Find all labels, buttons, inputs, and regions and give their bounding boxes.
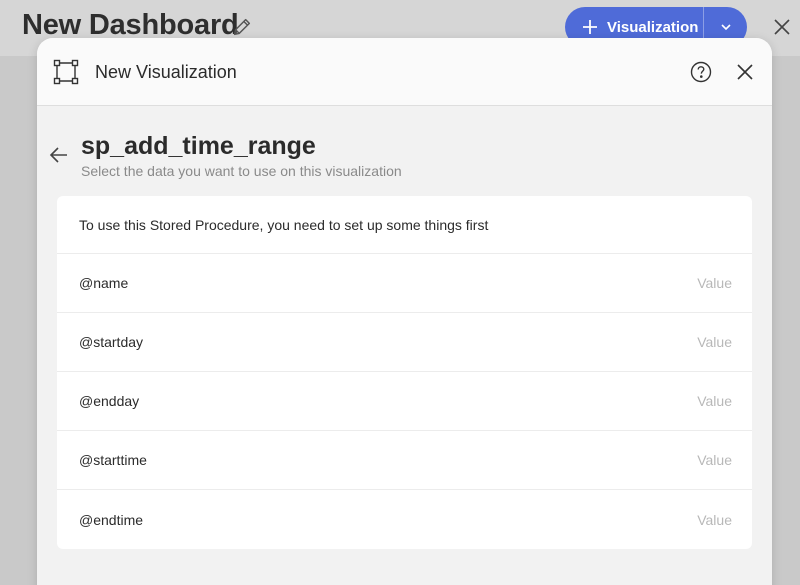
parameter-name: @endtime bbox=[79, 511, 144, 528]
parameter-name: @endday bbox=[79, 393, 140, 409]
parameter-row: @starttime bbox=[57, 431, 752, 490]
close-icon[interactable] bbox=[736, 63, 754, 81]
parameter-value-input[interactable] bbox=[532, 511, 732, 528]
back-arrow-icon[interactable] bbox=[49, 145, 69, 165]
visualization-icon bbox=[53, 59, 79, 85]
setup-message: To use this Stored Procedure, you need t… bbox=[57, 196, 752, 254]
parameters-card: To use this Stored Procedure, you need t… bbox=[57, 196, 752, 549]
modal-header: New Visualization bbox=[37, 38, 772, 106]
plus-icon bbox=[583, 20, 597, 34]
parameter-row: @startday bbox=[57, 313, 752, 372]
parameter-name: @startday bbox=[79, 334, 144, 350]
close-dashboard-icon[interactable] bbox=[772, 17, 792, 37]
parameter-row: @name bbox=[57, 254, 752, 313]
procedure-title: sp_add_time_range bbox=[81, 132, 316, 160]
parameter-row: @endday bbox=[57, 372, 752, 431]
parameter-value-input[interactable] bbox=[532, 393, 732, 409]
procedure-subtitle: Select the data you want to use on this … bbox=[81, 163, 402, 179]
visualization-button-label: Visualization bbox=[607, 18, 699, 36]
parameter-name: @starttime bbox=[79, 452, 147, 468]
parameter-value-input[interactable] bbox=[532, 334, 732, 350]
help-icon[interactable] bbox=[690, 61, 712, 83]
new-visualization-modal: New Visualization sp_add_time_range Sele… bbox=[37, 38, 772, 585]
pencil-icon[interactable] bbox=[231, 16, 253, 38]
chevron-down-icon bbox=[720, 24, 731, 31]
parameter-row: @endtime bbox=[57, 490, 752, 549]
parameter-value-input[interactable] bbox=[532, 452, 732, 468]
parameter-value-input[interactable] bbox=[532, 275, 732, 291]
parameter-name: @name bbox=[79, 275, 129, 291]
modal-title: New Visualization bbox=[95, 62, 237, 82]
